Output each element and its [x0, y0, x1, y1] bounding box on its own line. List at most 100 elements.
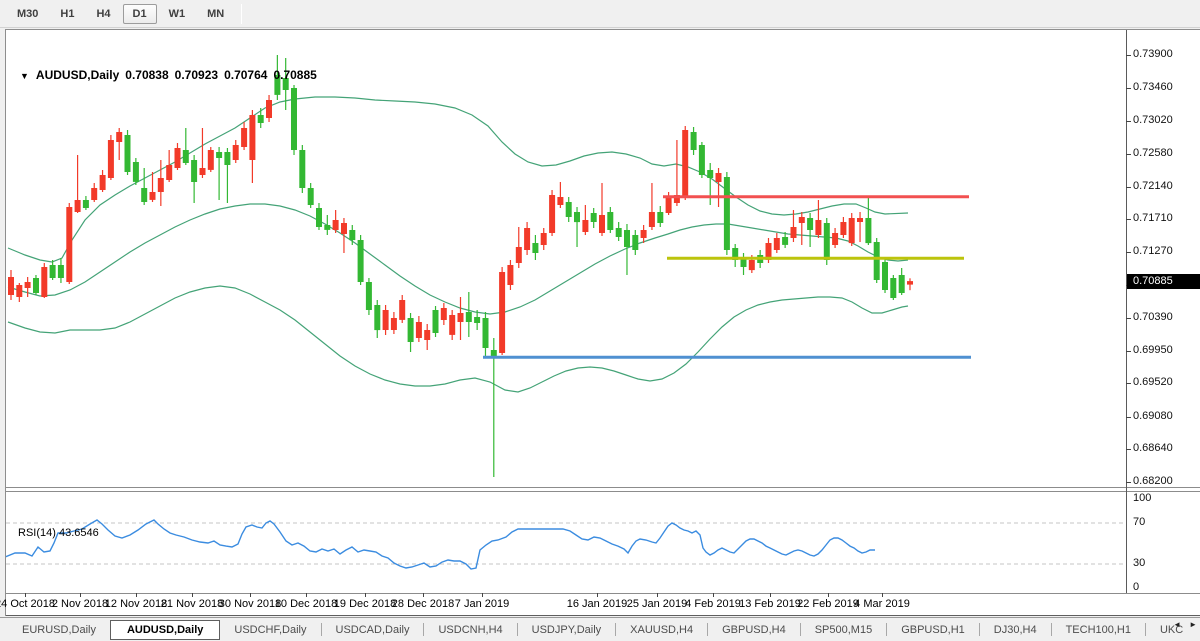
candle-body: [41, 267, 47, 297]
candle-body: [607, 212, 613, 230]
date-axis-tick: [770, 593, 771, 597]
candle-body: [316, 208, 322, 227]
candle-body: [649, 212, 655, 227]
candle-body: [641, 230, 647, 238]
candle-body: [141, 188, 147, 202]
price-axis-label: 0.73460: [1133, 81, 1173, 93]
candle-body: [557, 197, 563, 205]
candle-body: [599, 215, 605, 233]
candle-body: [383, 310, 389, 330]
chart-tab-USDJPY[interactable]: USDJPY,Daily: [518, 621, 616, 639]
date-axis-tick: [136, 593, 137, 597]
price-axis-tick: [1126, 219, 1131, 220]
pane-splitter[interactable]: [6, 487, 1200, 488]
chart-tab-EURUSD[interactable]: EURUSD,Daily: [8, 621, 110, 639]
ohlc-close: 0.70885: [273, 68, 316, 82]
date-axis-tick: [882, 593, 883, 597]
candle-body: [840, 222, 846, 235]
price-axis-label: 0.68200: [1133, 475, 1173, 487]
candle-body: [341, 223, 347, 234]
candle-body: [224, 152, 230, 165]
candle-body: [616, 228, 622, 237]
date-axis-label: 21 Nov 2018: [161, 598, 223, 610]
timeframe-button-W1[interactable]: W1: [159, 4, 196, 24]
chart-tab-SP500[interactable]: SP500,M15: [801, 621, 886, 639]
candle-body: [249, 115, 255, 160]
chart-tab-GBPUSD[interactable]: GBPUSD,H4: [708, 621, 800, 639]
candle-body: [216, 152, 222, 158]
date-axis-label: 4 Feb 2019: [685, 598, 741, 610]
candle-body: [882, 262, 888, 290]
candle-body: [591, 213, 597, 222]
price-chart-plot[interactable]: [6, 30, 1125, 488]
one-click-trading-arrow-icon[interactable]: ▼: [20, 71, 29, 81]
date-axis-label: 28 Dec 2018: [392, 598, 454, 610]
candle-body: [399, 300, 405, 320]
rsi-plot[interactable]: [6, 492, 1125, 593]
rsi-axis-label: 70: [1133, 516, 1145, 528]
timeframe-button-H4[interactable]: H4: [86, 4, 120, 24]
timeframe-toolbar: M30H1H4D1W1MN: [0, 0, 1200, 28]
chart-tab-bar: EURUSD,DailyAUDUSD,DailyUSDCHF,DailyUSDC…: [0, 617, 1200, 641]
candle-body: [16, 285, 22, 297]
candle-body: [474, 317, 480, 323]
timeframe-button-H1[interactable]: H1: [50, 4, 84, 24]
candle-body: [782, 237, 788, 245]
candle-body: [682, 130, 688, 197]
date-axis-tick: [365, 593, 366, 597]
candle-body: [824, 223, 830, 260]
timeframe-button-MN[interactable]: MN: [197, 4, 234, 24]
candle-body: [258, 115, 264, 123]
chart-tab-TECH100[interactable]: TECH100,H1: [1052, 621, 1145, 639]
candle-body: [774, 238, 780, 250]
candle-body: [308, 188, 314, 205]
chart-symbol-label: AUDUSD,Daily: [36, 68, 119, 82]
rsi-axis-label: 30: [1133, 557, 1145, 569]
rsi-line: [6, 520, 875, 569]
tab-scroll-left-icon[interactable]: ◄: [1173, 620, 1181, 629]
candle-body: [632, 235, 638, 250]
price-axis-label: 0.69520: [1133, 376, 1173, 388]
chart-tab-USDCAD[interactable]: USDCAD,Daily: [322, 621, 424, 639]
candle-body: [349, 230, 355, 240]
date-axis-label: 2 Nov 2018: [52, 598, 108, 610]
candle-body: [849, 218, 855, 243]
price-axis-label: 0.71710: [1133, 212, 1173, 224]
candle-body: [183, 150, 189, 163]
candle-body: [233, 145, 239, 160]
timeframe-button-M30[interactable]: M30: [7, 4, 48, 24]
chart-tab-XAUUSD[interactable]: XAUUSD,H4: [616, 621, 707, 639]
candle-body: [791, 227, 797, 238]
candle-body: [58, 265, 64, 278]
candle-body: [391, 318, 397, 330]
candle-body: [799, 217, 805, 223]
candle-body: [458, 313, 464, 322]
chart-tab-DJ30[interactable]: DJ30,H4: [980, 621, 1051, 639]
chart-tab-AUDUSD[interactable]: AUDUSD,Daily: [110, 620, 220, 640]
timeframe-button-D1[interactable]: D1: [123, 4, 157, 24]
candle-body: [108, 140, 114, 178]
candle-body: [91, 188, 97, 200]
price-axis-tick: [1126, 187, 1131, 188]
tab-scroll-right-icon[interactable]: ►: [1189, 620, 1197, 629]
candle-body: [624, 230, 630, 247]
candle-body: [408, 318, 414, 342]
price-axis-label: 0.69080: [1133, 410, 1173, 422]
date-axis-tick: [306, 593, 307, 597]
chart-tab-USDCNH[interactable]: USDCNH,H4: [424, 621, 516, 639]
candle-body: [874, 242, 880, 280]
candle-body: [707, 170, 713, 178]
candle-body: [890, 278, 896, 298]
date-axis-label: 10 Dec 2018: [275, 598, 337, 610]
candle-body: [574, 212, 580, 222]
price-axis-tick: [1126, 351, 1131, 352]
candle-body: [449, 315, 455, 335]
candle-body: [50, 265, 56, 278]
candle-body: [433, 310, 439, 333]
price-axis-tick: [1126, 383, 1131, 384]
date-axis-tick: [80, 593, 81, 597]
candle-body: [907, 281, 913, 285]
candle-body: [549, 195, 555, 233]
chart-tab-USDCHF[interactable]: USDCHF,Daily: [220, 621, 320, 639]
chart-tab-GBPUSD[interactable]: GBPUSD,H1: [887, 621, 979, 639]
